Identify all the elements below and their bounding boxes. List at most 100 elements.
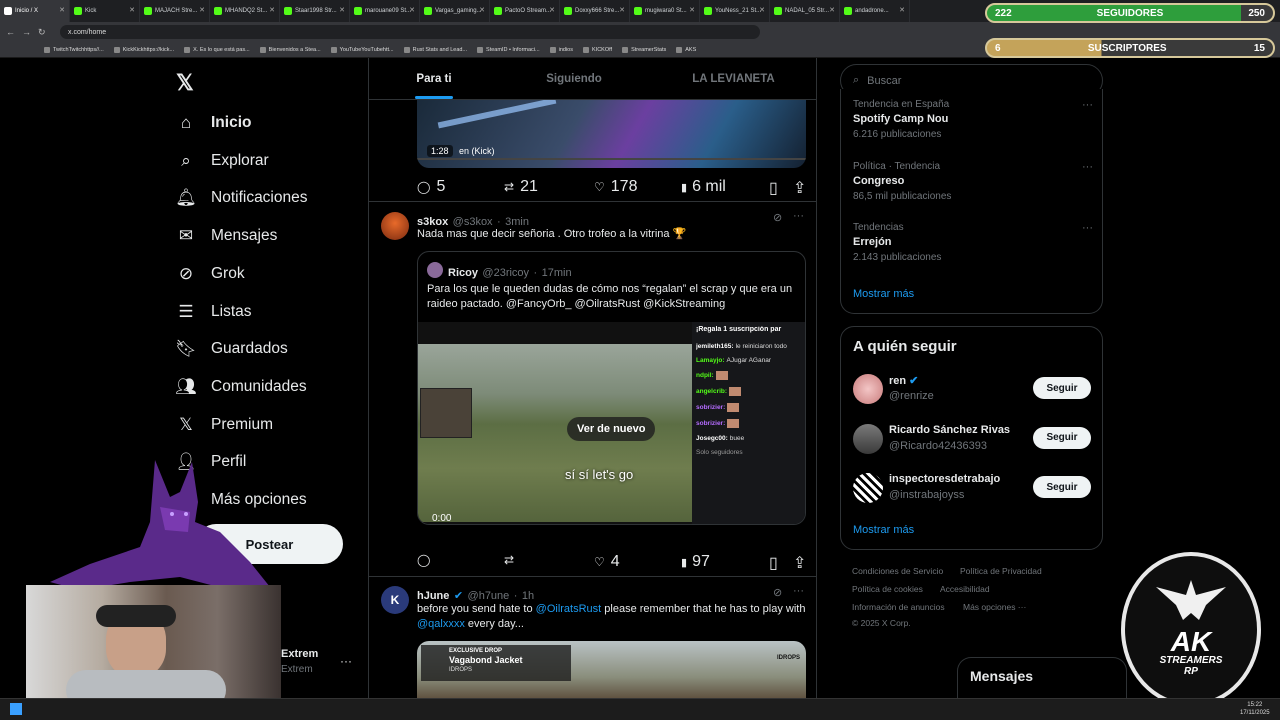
- sidebar-item-notificaciones[interactable]: 🔔︎ Notificaciones: [175, 183, 307, 213]
- x-logo-icon[interactable]: 𝕏: [176, 70, 194, 96]
- avatar[interactable]: [853, 473, 883, 503]
- sidebar-item-inicio[interactable]: ⌂ Inicio: [176, 108, 252, 138]
- repost-button[interactable]: ⇄ 21: [504, 178, 538, 196]
- footer-link[interactable]: Accesibilidad: [940, 584, 990, 594]
- grok-icon[interactable]: ⊘: [773, 586, 782, 599]
- tab-close-icon[interactable]: ✕: [339, 6, 345, 14]
- reload-icon[interactable]: ↻: [38, 27, 48, 38]
- bookmark-item[interactable]: TwitchTwitchhttps//...: [44, 46, 104, 53]
- url-field[interactable]: x.com/home: [60, 25, 760, 39]
- more-icon[interactable]: ···: [793, 585, 804, 597]
- trend-item[interactable]: Política · Tendencia Congreso 86,5 mil pub…: [853, 161, 1093, 202]
- windows-start-icon[interactable]: [10, 703, 22, 715]
- bookmark-item[interactable]: StreamerStats: [622, 46, 666, 53]
- tab-la-levianeta[interactable]: LA LEVIANETA: [649, 58, 816, 99]
- follow-name[interactable]: Ricardo Sánchez Rivas: [889, 424, 1010, 436]
- mention-link[interactable]: @qalxxxx: [417, 618, 465, 630]
- like-button[interactable]: ♡ 4: [594, 553, 620, 571]
- bookmark-item[interactable]: KickKickhttps://kick...: [113, 46, 174, 53]
- browser-tab[interactable]: mugiwara0 St... ✕: [630, 0, 700, 22]
- share-icon[interactable]: ⇪: [793, 178, 806, 198]
- quote-video[interactable]: Ver de nuevo sí sí let's go 0:00 ¡Regala…: [418, 322, 805, 524]
- tab-close-icon[interactable]: ✕: [269, 6, 275, 14]
- sidebar-item-listas[interactable]: ☰ Listas: [176, 297, 251, 327]
- quote-mentions[interactable]: @FancyOrb_ @OilratsRust @KickStreaming: [506, 298, 725, 310]
- views-button[interactable]: ▮ 97: [681, 553, 710, 571]
- media-image[interactable]: EXCLUSIVE DROP Vagabond Jacket IDROPS ID…: [417, 641, 806, 698]
- author-name[interactable]: hJune: [417, 590, 449, 602]
- video-player[interactable]: 1:28 en (Kick): [417, 100, 806, 168]
- follow-item[interactable]: ren ✔ @renrize Seguir: [853, 372, 1093, 408]
- bookmark-icon[interactable]: ▯: [769, 178, 778, 198]
- like-button[interactable]: ♡ 178: [594, 178, 637, 196]
- sidebar-item-explorar[interactable]: ⌕ Explorar: [176, 146, 268, 176]
- tab-siguiendo[interactable]: Siguiendo: [499, 58, 649, 99]
- sidebar-item-guardados[interactable]: 🔖︎ Guardados: [175, 334, 288, 364]
- tab-close-icon[interactable]: ✕: [619, 6, 625, 14]
- browser-tab[interactable]: andadrone... ✕: [840, 0, 910, 22]
- trend-item[interactable]: Tendencia en España Spotify Camp Nou 6.216…: [853, 99, 1093, 140]
- forward-icon[interactable]: →: [22, 27, 32, 37]
- avatar[interactable]: [853, 374, 883, 404]
- account-more-icon[interactable]: ···: [340, 654, 352, 668]
- bookmark-icon[interactable]: ▯: [769, 553, 778, 573]
- bookmark-item[interactable]: SteamID • Informaci...: [477, 46, 540, 53]
- follow-item[interactable]: Ricardo Sánchez Rivas @Ricardo42436393 Seg…: [853, 422, 1093, 458]
- follow-button[interactable]: Seguir: [1033, 476, 1091, 498]
- taskbar-clock[interactable]: 15:22 17/11/2025: [1240, 701, 1270, 717]
- tab-close-icon[interactable]: ✕: [59, 6, 65, 14]
- avatar[interactable]: [381, 212, 409, 240]
- show-more-follow[interactable]: Mostrar más: [853, 524, 914, 536]
- tab-close-icon[interactable]: ✕: [899, 6, 905, 14]
- more-icon[interactable]: ···: [1082, 161, 1093, 173]
- browser-tab[interactable]: Kick ✕: [70, 0, 140, 22]
- browser-tab[interactable]: Inicio / X ✕: [0, 0, 70, 22]
- avatar[interactable]: [853, 423, 883, 454]
- more-icon[interactable]: ···: [1082, 99, 1093, 111]
- tab-close-icon[interactable]: ✕: [199, 6, 205, 14]
- share-icon[interactable]: ⇪: [793, 553, 806, 573]
- browser-tab[interactable]: MHANDQ2 St... ✕: [210, 0, 280, 22]
- avatar[interactable]: K: [381, 586, 409, 614]
- reply-button[interactable]: ◯: [417, 553, 436, 567]
- footer-link[interactable]: Información de anuncios: [852, 602, 945, 612]
- browser-tab[interactable]: MAJACH Stre... ✕: [140, 0, 210, 22]
- bookmark-item[interactable]: KICKOff: [583, 46, 612, 53]
- author-handle[interactable]: @h7une: [468, 590, 510, 602]
- browser-tab[interactable]: Doxxy666 Stre... ✕: [560, 0, 630, 22]
- footer-link[interactable]: Política de Privacidad: [960, 566, 1042, 576]
- video-progress[interactable]: [417, 158, 806, 160]
- browser-tab[interactable]: marouane09 St... ✕: [350, 0, 420, 22]
- reply-button[interactable]: ◯ 5: [417, 178, 445, 196]
- tab-close-icon[interactable]: ✕: [549, 6, 555, 14]
- browser-tab[interactable]: YouNess_21 St... ✕: [700, 0, 770, 22]
- bookmark-item[interactable]: YouTubeYouTubehtt...: [330, 46, 394, 53]
- avatar[interactable]: [427, 262, 443, 278]
- replay-button[interactable]: Ver de nuevo: [567, 417, 656, 441]
- bookmark-item[interactable]: Rust Stats and Lead...: [403, 46, 467, 53]
- more-icon[interactable]: ···: [793, 210, 804, 222]
- show-more-trends[interactable]: Mostrar más: [853, 288, 914, 300]
- tweet-time[interactable]: 1h: [522, 590, 534, 602]
- tab-para-ti[interactable]: Para ti: [369, 58, 499, 99]
- tab-close-icon[interactable]: ✕: [409, 6, 415, 14]
- sidebar-item-mensajes[interactable]: ✉ Mensajes: [176, 221, 277, 251]
- follow-button[interactable]: Seguir: [1033, 426, 1091, 449]
- footer-link[interactable]: Condiciones de Servicio: [852, 566, 943, 576]
- tab-close-icon[interactable]: ✕: [689, 6, 695, 14]
- repost-button[interactable]: ⇄: [504, 553, 520, 567]
- messages-drawer[interactable]: Mensajes: [957, 657, 1127, 698]
- back-icon[interactable]: ←: [6, 27, 16, 37]
- sidebar-item-premium[interactable]: 𝕏 Premium: [176, 410, 273, 440]
- footer-link[interactable]: Más opciones ···: [963, 602, 1026, 612]
- browser-tab[interactable]: Vargas_gaming... ✕: [420, 0, 490, 22]
- account-name[interactable]: Extrem: [281, 648, 318, 660]
- trend-item[interactable]: Tendencias Errejón 2.143 publicaciones ···: [853, 222, 1093, 263]
- browser-tab[interactable]: Staar1998 Str... ✕: [280, 0, 350, 22]
- browser-tab[interactable]: PactoO Stream... ✕: [490, 0, 560, 22]
- footer-link[interactable]: Política de cookies: [852, 584, 923, 594]
- sidebar-item-grok[interactable]: ⊘ Grok: [176, 259, 245, 289]
- tab-close-icon[interactable]: ✕: [829, 6, 835, 14]
- sidebar-item-comunidades[interactable]: 👥︎ Comunidades: [175, 372, 306, 402]
- views-button[interactable]: ▮ 6 mil: [681, 178, 726, 196]
